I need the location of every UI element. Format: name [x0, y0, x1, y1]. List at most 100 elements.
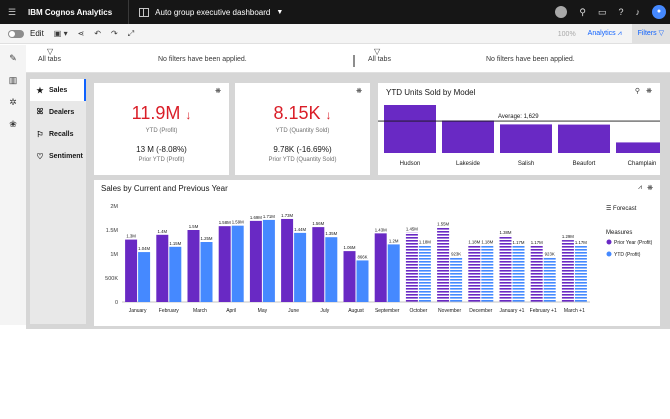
sales-bar: [418, 245, 431, 302]
heart-icon: ♡: [36, 151, 44, 161]
sales-bar: [312, 227, 325, 302]
chat-icon[interactable]: ▭: [598, 7, 607, 18]
assistant-icon[interactable]: [555, 6, 568, 18]
search-icon[interactable]: ⚲: [579, 7, 586, 18]
zoom-level[interactable]: 100%: [558, 31, 576, 38]
sales-bar-chart: 2M 1.5M 1M 500K 0 1.3M 1.04M January 1.4M 1.15M Fe…: [105, 204, 653, 314]
sales-bar: [530, 245, 543, 302]
user-avatar[interactable]: ●: [652, 5, 666, 19]
recall-icon: ⚐: [36, 129, 44, 139]
kpi-label: YTD (Quantity Sold): [275, 128, 330, 134]
filters-button[interactable]: Filters ▽: [631, 24, 670, 44]
notification-icon[interactable]: ♪: [636, 7, 641, 17]
people-icon: ꕤ: [36, 107, 44, 116]
filter-funnel-icon[interactable]: ▽: [47, 47, 53, 56]
topbar-actions: ⚲ ▭ ? ♪ ●: [555, 0, 666, 24]
bar-value-label: 1.59M: [232, 220, 244, 225]
pin-icon[interactable]: ✎: [0, 53, 26, 67]
analytics-label: Analytics: [587, 30, 616, 37]
edit-label[interactable]: Edit: [30, 29, 44, 38]
bar-value-label: 1.29M: [562, 234, 574, 239]
sales-bar: [138, 252, 151, 302]
arrow-down-icon: ↓: [325, 108, 332, 122]
sales-bar: [218, 226, 231, 302]
redo-icon[interactable]: ↷: [111, 29, 118, 38]
bar-value-label: 1.18M: [419, 239, 431, 244]
x-tick-label: January +1: [500, 308, 525, 314]
sources-icon[interactable]: ✲: [0, 97, 26, 111]
kpi-value-text: 8.15K: [273, 103, 321, 123]
widgets-icon[interactable]: ❀: [0, 119, 26, 133]
x-tick-label: December: [469, 308, 492, 314]
x-tick-label: August: [348, 308, 364, 314]
tab-recalls[interactable]: ⚐ Recalls: [30, 123, 86, 145]
legend-label: Prior Year (Profit): [614, 240, 653, 246]
tab-sales[interactable]: ★ Sales: [30, 79, 86, 101]
filters-label: Filters: [637, 30, 657, 37]
bar-value-label: 1.15M: [169, 241, 181, 246]
sales-bar: [405, 232, 418, 302]
sales-bar: [231, 225, 244, 302]
sales-bar: [574, 245, 587, 302]
bar-value-label: 1.04M: [138, 246, 150, 251]
bar-value-label: 1.58M: [219, 220, 231, 225]
bar-value-label: 1.71M: [263, 214, 275, 219]
tab-sentiment[interactable]: ♡ Sentiment: [30, 145, 86, 167]
menu-icon[interactable]: ☰: [0, 7, 24, 18]
kpi-label: YTD (Profit): [145, 128, 178, 134]
share-icon[interactable]: ⋖: [78, 29, 85, 38]
dashboard-tabs: ★ Sales ꕤ Dealers ⚐ Recalls ♡ Sentiment: [30, 79, 86, 324]
undo-icon[interactable]: ↶: [94, 29, 101, 38]
kpi-prior-value: 13 M (-8.08%): [136, 145, 187, 154]
filter-message-left: No filters have been applied.: [158, 56, 247, 63]
bar-value-label: 1.44M: [294, 227, 306, 232]
brand-name: IBM Cognos Analytics: [28, 7, 113, 17]
filter-icon: ▽: [658, 30, 664, 37]
settings-icon[interactable]: ❋: [356, 87, 362, 95]
edit-mode-toggle[interactable]: [8, 29, 24, 38]
bar-value-label: 1.3M: [126, 234, 136, 239]
kpi-card-quantity[interactable]: ❋ 8.15K ↓ YTD (Quantity Sold) 9.78K (-16…: [235, 83, 370, 175]
kpi-card-profit[interactable]: ❋ 11.9M ↓ YTD (Profit) 13 M (-8.08%) Pri…: [94, 83, 229, 175]
y-tick-label: 1.5M: [106, 228, 119, 234]
topbar-separator: [128, 0, 130, 24]
model-label: Salish: [518, 161, 534, 167]
filter-funnel-icon[interactable]: ▽: [374, 47, 380, 56]
tab-label: Recalls: [49, 130, 74, 138]
settings-icon[interactable]: ❋: [215, 87, 221, 95]
tab-dealers[interactable]: ꕤ Dealers: [30, 101, 86, 123]
star-icon: ★: [36, 85, 44, 95]
sales-chart-card[interactable]: Sales by Current and Previous Year ⩘ ❋ 2…: [94, 180, 660, 326]
y-tick-label: 1M: [110, 252, 118, 258]
legend-swatch: [606, 239, 612, 245]
chevron-down-icon[interactable]: ▼: [276, 9, 283, 16]
x-tick-label: January: [129, 308, 147, 314]
filter-scope-right: All tabs: [368, 56, 391, 63]
bar-value-label: 1.5M: [189, 224, 199, 229]
analytics-icon: ⩘: [617, 30, 622, 37]
kpi-value-text: 11.9M: [131, 103, 181, 123]
average-label: Average: 1,629: [498, 114, 539, 120]
expand-icon[interactable]: ⤢: [128, 29, 134, 39]
x-tick-label: March +1: [564, 308, 585, 314]
y-tick-label: 2M: [110, 204, 118, 210]
dashboard-title[interactable]: Auto group executive dashboard: [155, 8, 270, 17]
bar-value-label: 1.17M: [513, 240, 525, 245]
ytd-units-by-model-card[interactable]: YTD Units Sold by Model ⚲ ❋ Hudson Lakesi…: [378, 83, 660, 175]
save-icon[interactable]: ▣ ▾: [54, 29, 68, 38]
visualizations-icon[interactable]: ▥: [0, 75, 26, 89]
sales-bar: [281, 218, 294, 302]
tab-label: Sentiment: [49, 152, 83, 160]
sales-bar: [374, 233, 387, 302]
x-tick-label: July: [320, 308, 329, 314]
dashboard-icon: [139, 7, 150, 17]
x-tick-label: October: [410, 308, 428, 314]
help-icon[interactable]: ?: [618, 7, 623, 17]
model-bar: [442, 120, 494, 153]
x-tick-label: February +1: [530, 308, 557, 314]
model-label: Hudson: [400, 161, 421, 167]
analytics-button[interactable]: Analytics ⩘: [588, 30, 622, 38]
arrow-down-icon: ↓: [185, 108, 192, 122]
bar-value-label: 1.73M: [281, 213, 293, 218]
bar-value-label: 1.2M: [389, 238, 399, 243]
